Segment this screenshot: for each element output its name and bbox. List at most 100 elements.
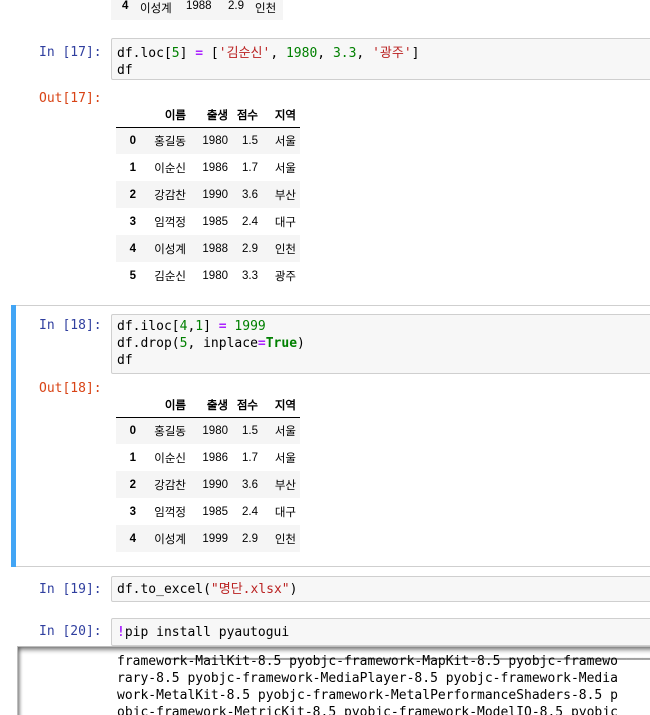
table-row: 1 이순신 1986 1.7 서울 [116,444,300,471]
cell: 1985 [202,505,228,518]
cell: 인천 [274,533,296,546]
input-prompt: In [19]: [39,582,102,597]
cell: 서울 [274,135,296,148]
cell: 1990 [202,478,228,491]
code-line: df [117,353,133,368]
output-line: objc-framework-MetricKit-8.5 pyobjc-fram… [117,705,618,715]
column-header: 출생 [206,399,228,412]
cell: 1.7 [242,161,258,174]
cell: 서울 [274,162,296,175]
row-index: 4 [129,242,136,255]
cell: 서울 [274,425,296,438]
code-line: df.drop(5, inplace=True) [117,336,305,351]
column-header: 점수 [236,399,258,412]
row-index: 2 [129,188,136,201]
code-input-editor[interactable]: df.to_excel("명단.xlsx") [111,576,650,602]
cell: 대구 [274,216,296,229]
input-prompt: In [17]: [39,45,102,60]
cell: 1980 [202,269,228,282]
table-row: 0 홍길동 1980 1.5 서울 [116,417,300,444]
code-line: !pip install pyautogui [117,625,290,640]
output-line: framework-MailKit-8.5 pyobjc-framework-M… [117,654,618,669]
cell: 홍길동 [154,425,186,438]
cell-name: 이성계 [140,3,172,15]
cell: 이성계 [154,243,186,256]
cell: 3.6 [242,188,258,201]
cell: 부산 [274,479,296,492]
table-row: 2 강감찬 1990 3.6 부산 [116,181,300,208]
output-line: work-MetalKit-8.5 pyobjc-framework-Metal… [117,688,618,703]
row-index: 2 [129,478,136,491]
column-header: 지역 [274,109,296,122]
code-input-editor[interactable]: !pip install pyautogui [111,618,650,646]
dataframe-table: 이름 출생 점수 지역 0 홍길동 1980 1.5 서울 1 이순신 1986 1.7 서울 … [116,103,300,289]
cell: 1990 [202,188,228,201]
table-row: 0 홍길동 1980 1.5 서울 [116,127,300,154]
row-index: 5 [129,269,136,282]
table-row: 4 이성계 1988 2.9 인천 [116,235,300,262]
column-header: 출생 [206,109,228,122]
cell-region: 인천 [255,3,277,15]
cell: 서울 [274,452,296,465]
table-row: 2 강감찬 1990 3.6 부산 [116,471,300,498]
row-index: 0 [129,424,136,437]
code-input-editor[interactable]: df.iloc[4,1] = 1999 df.drop(5, inplace=T… [111,314,650,374]
row-index: 1 [129,161,136,174]
cell: 1986 [202,451,228,464]
code-input-editor[interactable]: df.loc[5] = ['김순신', 1980, 3.3, '광주'] df [111,38,650,80]
cell: 1986 [202,161,228,174]
cell: 2.4 [242,505,258,518]
table-header-row: 이름 출생 점수 지역 [116,393,300,417]
cell: 인천 [274,243,296,256]
row-index: 0 [129,134,136,147]
code-line: df.loc[5] = ['김순신', 1980, 3.3, '광주'] [117,46,420,61]
cell: 1985 [202,215,228,228]
cell: 강감찬 [154,479,186,492]
cell: 광주 [274,270,296,283]
column-header: 이름 [164,109,186,122]
output-prompt: Out[18]: [39,381,102,396]
table-row: 4 이성계 1999 2.9 인천 [116,525,300,552]
cell: 2.9 [242,532,258,545]
code-line: df.to_excel("명단.xlsx") [117,582,298,597]
table-row: 3 임꺽정 1985 2.4 대구 [116,208,300,235]
cell: 김순신 [154,270,186,283]
row-index: 4 [122,0,129,12]
output-prompt: Out[17]: [39,91,102,106]
cell: 3.6 [242,478,258,491]
code-line: df [117,63,133,78]
table-header-row: 이름 출생 점수 지역 [116,103,300,127]
cell: 대구 [274,506,296,519]
column-header: 이름 [164,399,186,412]
row-index: 4 [129,532,136,545]
table-row: 5 김순신 1980 3.3 광주 [116,262,300,289]
cell: 이순신 [154,162,186,175]
cell: 1988 [202,242,228,255]
cell-score: 2.9 [228,0,244,12]
table-row: 1 이순신 1986 1.7 서울 [116,154,300,181]
cell: 2.4 [242,215,258,228]
input-prompt: In [20]: [39,624,102,639]
cell: 홍길동 [154,135,186,148]
cell: 강감찬 [154,189,186,202]
previous-output-table-fragment: 4 이성계 1988 2.9 인천 [111,0,283,20]
code-line: df.iloc[4,1] = 1999 [117,319,266,334]
table-row: 3 임꺽정 1985 2.4 대구 [116,498,300,525]
column-header: 지역 [274,399,296,412]
column-header: 점수 [236,109,258,122]
cell: 부산 [274,189,296,202]
cell: 임꺽정 [154,216,186,229]
scrolled-output-area[interactable]: ▔▔▔▔▔▔▔▔▔▔▔▔▔▔▔▔▔▔▔▔▔▔▔▔▔▔▔▔▔▔▔▔▔▔▔▔▔▔▔▔… [17,646,650,715]
output-line: rary-8.5 pyobjc-framework-MediaPlayer-8.… [117,671,618,686]
cell: 1.5 [242,424,258,437]
dataframe-table: 이름 출생 점수 지역 0 홍길동 1980 1.5 서울 1 이순신 1986 1.7 서울 … [116,393,300,552]
row-index: 3 [129,505,136,518]
row-index: 3 [129,215,136,228]
cell-year: 1988 [186,0,212,12]
cell: 이성계 [154,533,186,546]
cell: 이순신 [154,452,186,465]
cell: 1.7 [242,451,258,464]
cell: 1999 [202,532,228,545]
row-index: 1 [129,451,136,464]
cell: 1980 [202,424,228,437]
